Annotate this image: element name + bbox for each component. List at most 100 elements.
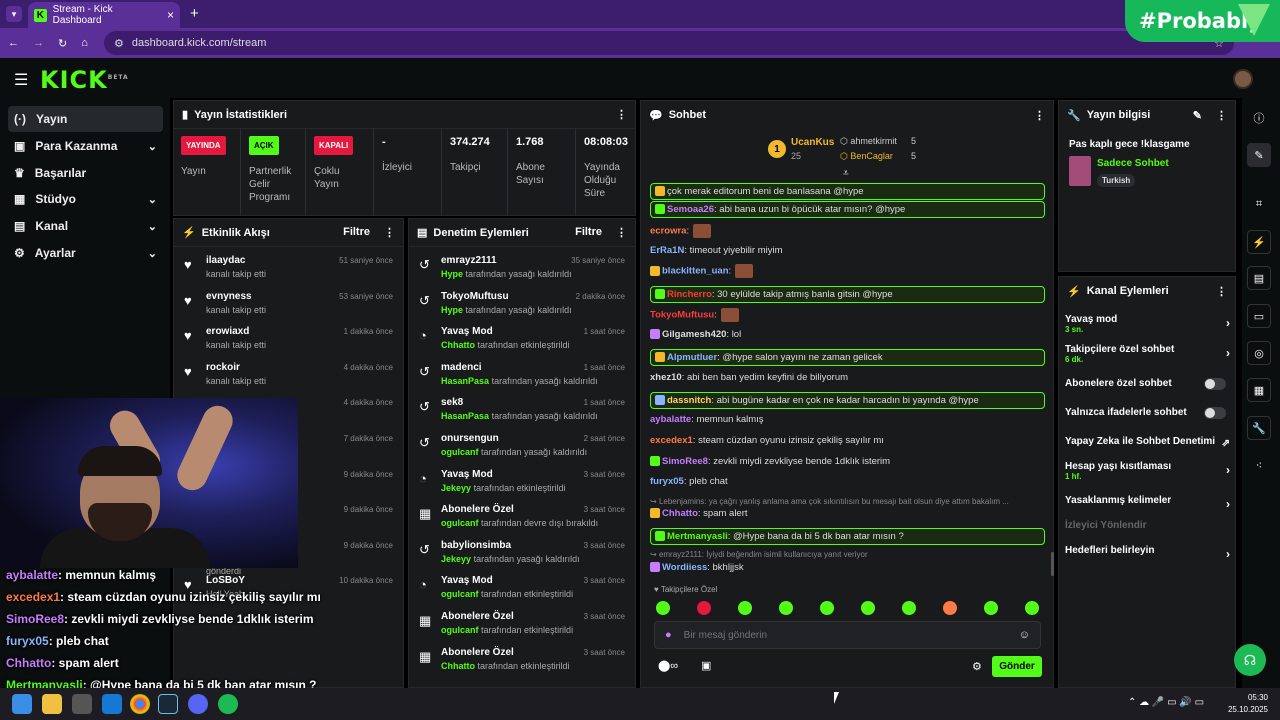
url-field[interactable]: ⚙ dashboard.kick.com/stream ☆ xyxy=(104,31,1234,55)
sidebar-item-para-kazanma[interactable]: ▣ Para Kazanma ⌄ xyxy=(8,133,163,159)
activity-user[interactable]: rockoir xyxy=(206,362,240,373)
moderation-item[interactable]: ↺ TokyoMuftusu Hype tarafından yasağı kald… xyxy=(409,287,635,323)
send-button[interactable]: Gönder xyxy=(992,656,1042,677)
more-options-icon[interactable]: ⋮ xyxy=(616,226,627,239)
chat-message[interactable]: TokyoMuftusu: xyxy=(650,308,1045,322)
moderator-name[interactable]: Chhatto xyxy=(441,661,475,671)
moderation-target[interactable]: emrayz2111 xyxy=(441,255,497,266)
support-headset-icon[interactable]: ☊ xyxy=(1234,644,1266,676)
chat-username[interactable]: ecrowra xyxy=(650,226,686,237)
chat-username[interactable]: blackitten_uan xyxy=(662,266,729,277)
moderator-name[interactable]: HasanPasa xyxy=(441,376,489,386)
store-icon[interactable] xyxy=(72,694,92,714)
chat-bubble-icon[interactable]: ▭ xyxy=(1247,304,1271,328)
more-options-icon[interactable]: ⋮ xyxy=(616,108,627,121)
emote-shortcut-icon[interactable] xyxy=(656,601,670,615)
activity-user[interactable]: evnyness xyxy=(206,291,252,302)
activity-filter-button[interactable]: Filtre xyxy=(343,226,370,239)
leader-name[interactable]: ahmetkirmit xyxy=(850,136,897,146)
back-icon[interactable]: ← xyxy=(8,37,19,49)
channel-action-8[interactable]: Hedefleri belirleyin › xyxy=(1065,545,1230,561)
moderator-name[interactable]: Hype xyxy=(441,305,463,315)
more-dots-icon[interactable]: ⁖ xyxy=(1247,453,1271,477)
chat-message[interactable]: Chhatto: spam alert xyxy=(650,508,1045,519)
chrome-icon[interactable] xyxy=(130,694,150,714)
chat-username[interactable]: Mertmanyasli xyxy=(667,531,728,542)
moderation-item[interactable]: ↺ emrayz2111 Hype tarafından yasağı kaldır… xyxy=(409,251,635,287)
microphone-icon[interactable]: ● xyxy=(665,629,672,641)
moderation-item[interactable]: ◔ Yavaş Mod Chhatto tarafından etkinleştir… xyxy=(409,322,635,358)
moderation-item[interactable]: ↺ madenci HasanPasa tarafından yasağı kald… xyxy=(409,358,635,394)
chat-message[interactable]: çok merak editorum beni de banlasana @hy… xyxy=(650,183,1045,200)
toggle-switch[interactable] xyxy=(1204,378,1226,390)
chat-message[interactable]: ErRa1N: timeout yiyebilir miyim xyxy=(650,245,1045,256)
chat-username[interactable]: Rincherro xyxy=(667,289,712,300)
new-tab-icon[interactable]: + xyxy=(190,5,199,22)
chat-message[interactable]: ↪ Lebenjamins: ya çağrı yanlış anlama am… xyxy=(650,497,1045,506)
activity-item[interactable]: ♥ ilaaydac kanalı takip etti 51 saniye önce xyxy=(174,251,403,287)
chat-username[interactable]: SimoRee8 xyxy=(662,456,708,467)
hamburger-menu-icon[interactable]: ☰ xyxy=(14,70,28,90)
moderation-target[interactable]: sek8 xyxy=(441,397,463,408)
chat-settings-icon[interactable]: ⚙ xyxy=(972,660,982,673)
chat-input-box[interactable]: ● ☺ xyxy=(654,621,1041,649)
document-icon[interactable]: ▤ xyxy=(1247,266,1271,290)
moderation-target[interactable]: Abonelere Özel xyxy=(441,504,514,515)
moderator-name[interactable]: ogulcanf xyxy=(441,447,479,457)
emote-shortcut-icon[interactable] xyxy=(984,601,998,615)
moderation-item[interactable]: ↺ onursengun ogulcanf tarafından yasağı ka… xyxy=(409,429,635,465)
chat-message[interactable]: dassnitch: abi bugüne kadar en çok ne ka… xyxy=(650,392,1045,409)
chat-username[interactable]: Semoaa26 xyxy=(667,204,714,215)
close-tab-icon[interactable]: × xyxy=(167,8,174,22)
channel-action-6[interactable]: Yasaklanmış kelimeler › xyxy=(1065,495,1230,511)
moderator-name[interactable]: Chhatto xyxy=(441,340,475,350)
chat-message[interactable]: Alpmutluer: @hype salon yayını ne zaman … xyxy=(650,349,1045,366)
emote-shortcut-icon[interactable] xyxy=(861,601,875,615)
users-icon[interactable]: ▦ xyxy=(1247,378,1271,402)
sidebar-item-yayin[interactable]: (·) Yayın xyxy=(8,106,163,132)
activity-user[interactable]: LoSBoY xyxy=(206,575,245,586)
channel-action-0[interactable]: Yavaş mod 3 sn. › xyxy=(1065,314,1230,334)
emote-shortcut-icon[interactable] xyxy=(820,601,834,615)
channel-action-2[interactable]: Abonelere özel sohbet xyxy=(1065,378,1230,390)
emote-shortcut-icon[interactable] xyxy=(738,601,752,615)
avatar[interactable] xyxy=(1233,69,1253,89)
chat-username[interactable]: aybalatte xyxy=(650,414,691,425)
channel-action-1[interactable]: Takipçilere özel sohbet 6 dk. › xyxy=(1065,344,1230,364)
chat-username[interactable]: excedex1 xyxy=(650,435,693,446)
moderator-name[interactable]: ogulcanf xyxy=(441,518,479,528)
gift-icon[interactable]: ▣ xyxy=(701,659,711,672)
edit-pencil-icon[interactable]: ✎ xyxy=(1247,143,1271,167)
sidebar-item-basarilar[interactable]: ♛ Başarılar xyxy=(8,160,163,186)
emoji-picker-icon[interactable]: ☺ xyxy=(1019,629,1030,641)
file-explorer-icon[interactable] xyxy=(42,694,62,714)
chat-scrollbar[interactable] xyxy=(1051,552,1054,576)
activity-item[interactable]: ♥ rockoir kanalı takip etti 4 dakika önce xyxy=(174,358,403,394)
chat-message[interactable]: ecrowra: xyxy=(650,224,1045,238)
windows-start-icon[interactable] xyxy=(12,694,32,714)
emote-shortcut-icon[interactable] xyxy=(902,601,916,615)
site-info-icon[interactable]: ⚙ xyxy=(114,37,124,50)
channel-action-4[interactable]: Yapay Zeka ile Sohbet Denetimi ⇗ xyxy=(1065,436,1230,449)
discord-icon[interactable] xyxy=(188,694,208,714)
chat-username[interactable]: xhez10 xyxy=(650,372,682,383)
channel-action-5[interactable]: Hesap yaşı kısıtlaması 1 hf. › xyxy=(1065,461,1230,481)
chat-username[interactable]: Wordiiess xyxy=(662,562,707,573)
chat-username[interactable]: Alpmutluer xyxy=(667,352,717,363)
reload-icon[interactable]: ↻ xyxy=(58,37,67,50)
outlook-icon[interactable] xyxy=(102,694,122,714)
chat-message-input[interactable] xyxy=(683,629,1007,641)
moderation-target[interactable]: Yavaş Mod xyxy=(441,326,493,337)
chat-message[interactable]: aybalatte: memnun kalmış xyxy=(650,414,1045,425)
sidebar-item-studyo[interactable]: ▦ Stüdyo ⌄ xyxy=(8,186,163,212)
moderator-name[interactable]: Jekeyy xyxy=(441,554,471,564)
chat-username[interactable]: Gilgamesh420 xyxy=(662,329,726,340)
emote-shortcut-icon[interactable] xyxy=(697,601,711,615)
tray-icons[interactable]: ⌃ ☁ 🎤 ▭ 🔊 ▭ xyxy=(1128,697,1204,708)
category-name[interactable]: Sadece Sohbet xyxy=(1097,158,1169,169)
activity-item[interactable]: ♥ erowiaxd kanalı takip etti 1 dakika önce xyxy=(174,322,403,358)
moderation-target[interactable]: Abonelere Özel xyxy=(441,647,514,658)
channel-action-3[interactable]: Yalnızca ifadelerle sohbet xyxy=(1065,407,1230,419)
leader-name[interactable]: BenCaglar xyxy=(850,151,893,161)
moderation-target[interactable]: Yavaş Mod xyxy=(441,575,493,586)
